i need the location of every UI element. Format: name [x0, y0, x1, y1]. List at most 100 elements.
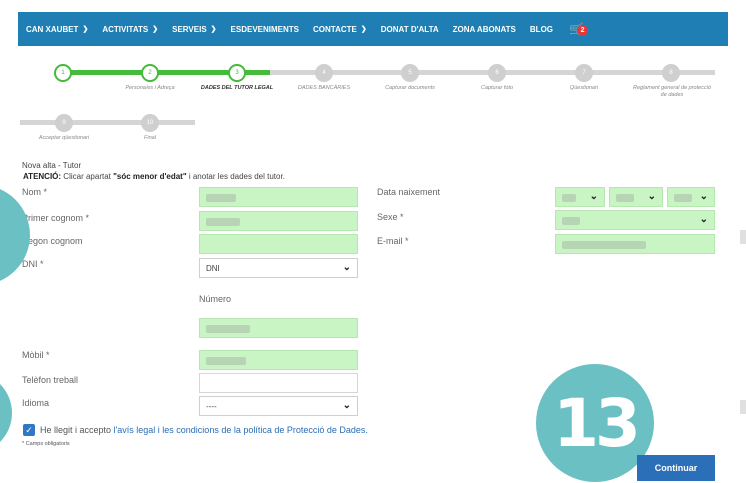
nav-item-serveis[interactable]: SERVEIS ❯ [172, 25, 216, 34]
nav-item-can-xaubet[interactable]: CAN XAUBET ❯ [26, 25, 88, 34]
nav-item-contacte[interactable]: CONTACTE ❯ [313, 25, 367, 34]
page: CAN XAUBET ❯ ACTIVITATS ❯ SERVEIS ❯ ESDEVEN… [0, 0, 746, 483]
nav-item-zona-abonats[interactable]: ZONA ABONATS [453, 25, 516, 34]
step-9[interactable]: 9 [55, 114, 73, 132]
step-number: 4 [322, 70, 326, 76]
idioma-label: Idioma [22, 398, 50, 408]
idioma-value: ---- [206, 401, 217, 411]
step-5-label: Capturar documents [385, 85, 435, 91]
step-number: 5 [408, 70, 412, 76]
chevron-down-icon: ⌄ [342, 262, 351, 273]
progress-track-remaining [20, 120, 195, 125]
data-naixement-label: Data naixement [377, 187, 441, 197]
legal-consent-text: He llegit i accepto l'avís legal i les c… [40, 425, 368, 435]
step-1[interactable]: 1 [54, 64, 72, 82]
progress-steps-row-2: 9 Acceptar qüestionari 10 Final [20, 114, 220, 154]
step-10[interactable]: 10 [141, 114, 159, 132]
obscured-value [562, 217, 580, 225]
progress-steps-row-1: 1 2 Persona/es i Adreça 3 DADES DEL TUTO… [20, 64, 720, 104]
chevron-down-icon: ⌄ [647, 191, 656, 202]
chevron-down-icon: ⌄ [342, 400, 351, 411]
chevron-down-icon: ⌄ [699, 191, 708, 202]
step-number: 2 [148, 70, 152, 76]
nav-item-label: ZONA ABONATS [452, 24, 516, 34]
chevron-down-icon: ❯ [152, 26, 159, 33]
form-subtitle: Nova alta - Tutor [22, 161, 82, 170]
attention-prefix: ATENCIÓ: [23, 172, 62, 181]
attention-note: ATENCIÓ: Clicar apartat "sóc menor d'eda… [23, 172, 285, 181]
step-3[interactable]: 3 [228, 64, 246, 82]
step-4-label: DADES BANCÀRIES [297, 85, 351, 91]
edge-fragment [740, 400, 746, 414]
telefon-treball-label: Telèfon treball [22, 375, 79, 385]
step-6[interactable]: 6 [488, 64, 506, 82]
dni-label: DNI * [22, 259, 44, 269]
edge-fragment [740, 230, 746, 244]
step-number: 8 [669, 70, 673, 76]
step-6-label: Capturar foto [480, 85, 514, 91]
nav-item-label: CAN XAUBET [26, 24, 79, 34]
primer-cognom-field[interactable] [199, 211, 358, 231]
nom-label: Nom * [22, 187, 48, 197]
chevron-down-icon: ⌄ [699, 214, 708, 225]
step-7[interactable]: 7 [575, 64, 593, 82]
obscured-value [562, 194, 576, 202]
birth-day-select[interactable]: ⌄ [555, 187, 605, 207]
nav-item-label: SERVEIS [172, 24, 207, 34]
obscured-value [674, 194, 692, 202]
step-8[interactable]: 8 [662, 64, 680, 82]
step-number: 10 [146, 120, 154, 126]
legal-policy-link[interactable]: l'avís legal i les condicions de la polí… [114, 425, 368, 435]
numero-field[interactable] [199, 318, 358, 338]
annotation-circle-left-bottom [0, 372, 12, 454]
email-label: E-mail * [377, 236, 409, 246]
dni-type-select[interactable]: DNI ⌄ [199, 258, 358, 278]
shopping-cart-icon[interactable]: 🛒2 [569, 22, 589, 36]
nav-item-label: CONTACTE [313, 24, 357, 34]
idioma-select[interactable]: ---- ⌄ [199, 396, 358, 416]
chevron-down-icon: ❯ [82, 26, 89, 33]
birth-year-select[interactable]: ⌄ [667, 187, 715, 207]
nav-item-label: BLOG [529, 24, 554, 34]
chevron-down-icon: ⌄ [589, 191, 598, 202]
segon-cognom-field[interactable] [199, 234, 358, 254]
obscured-value [206, 357, 246, 365]
step-5[interactable]: 5 [401, 64, 419, 82]
annotation-circle-left-top [0, 185, 30, 285]
dni-type-value: DNI [206, 263, 220, 273]
continue-button[interactable]: Continuar [637, 455, 715, 481]
chevron-down-icon: ❯ [210, 26, 217, 33]
check-icon: ✓ [25, 424, 33, 435]
obscured-value [562, 241, 646, 249]
nav-item-donat-alta[interactable]: DONAT D'ALTA [381, 25, 439, 34]
step-number: 9 [62, 120, 66, 126]
nav-item-esdeveniments[interactable]: ESDEVENIMENTS [231, 25, 299, 34]
attention-emphasis: "sóc menor d'edat" [113, 172, 187, 181]
telefon-treball-field[interactable] [199, 373, 358, 393]
required-fields-note: * Camps obligatoris [22, 441, 70, 447]
step-2[interactable]: 2 [141, 64, 159, 82]
numero-label: Número [199, 294, 232, 304]
step-9-label: Acceptar qüestionari [38, 135, 90, 141]
attention-suffix: i anotar les dades del tutor. [186, 172, 285, 181]
nom-field[interactable] [199, 187, 358, 207]
nav-item-label: ESDEVENIMENTS [230, 24, 300, 34]
email-field[interactable] [555, 234, 715, 254]
main-navbar: CAN XAUBET ❯ ACTIVITATS ❯ SERVEIS ❯ ESDEVEN… [18, 12, 728, 46]
segon-cognom-label: Segon cognom [22, 236, 83, 246]
mobil-field[interactable] [199, 350, 358, 370]
birth-month-select[interactable]: ⌄ [609, 187, 663, 207]
nav-item-blog[interactable]: BLOG [530, 25, 553, 34]
step-4[interactable]: 4 [315, 64, 333, 82]
accept-legal-checkbox[interactable]: ✓ [23, 424, 35, 436]
nav-item-activitats[interactable]: ACTIVITATS ❯ [102, 25, 158, 34]
nav-item-label: DONAT D'ALTA [380, 24, 439, 34]
sexe-select[interactable]: ⌄ [555, 210, 715, 230]
step-7-label: Qüestionari [569, 85, 599, 91]
obscured-value [206, 194, 236, 202]
step-3-label: DADES DEL TUTOR LEGAL [200, 85, 274, 91]
step-10-label: Final [144, 135, 156, 141]
obscured-value [616, 194, 634, 202]
attention-text: Clicar apartat [61, 172, 114, 181]
step-8-label: Reglament general de protecció de dades [633, 85, 711, 98]
